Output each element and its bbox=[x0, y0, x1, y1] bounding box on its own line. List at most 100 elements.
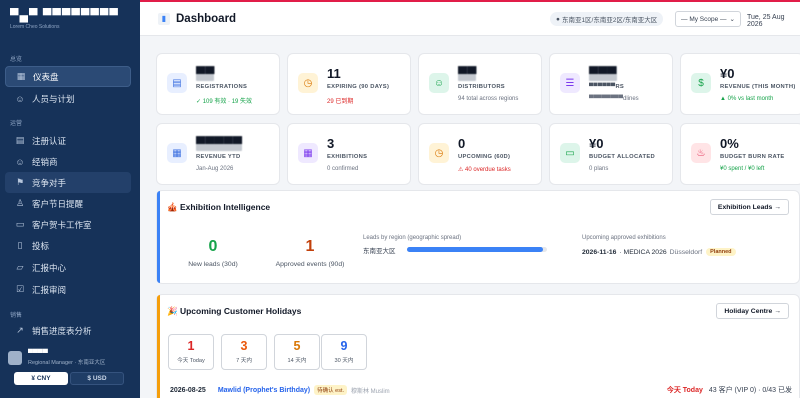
user-plus-icon: ☺ bbox=[15, 156, 25, 167]
region-bar-fill bbox=[407, 247, 543, 252]
chevron-down-icon: ⌄ bbox=[729, 16, 735, 23]
budget-burn-card[interactable]: ♨ 0% BUDGET BURN RATE ¥0 spent / ¥0 left bbox=[680, 123, 800, 185]
budget-allocated-card[interactable]: ▭ ¥0 BUDGET ALLOCATED 0 plans bbox=[549, 123, 673, 185]
card-value: 0% bbox=[720, 136, 739, 151]
card-label: REVENUE YTD bbox=[196, 154, 241, 160]
card-label: BUDGET ALLOCATED bbox=[589, 154, 655, 160]
holiday-row[interactable]: 2026-08-25 Mawlid (Prophet's Birthday) 待… bbox=[170, 385, 792, 395]
sidebar-item-report-review[interactable]: ☑ 汇报审阅 bbox=[5, 279, 131, 300]
registrations-card[interactable]: ▤ ▀▀ REGISTRATIONS ✓ 109 有效 · 19 失效 bbox=[156, 53, 280, 115]
grid-icon: ▦ bbox=[16, 71, 26, 81]
card-subtext: 0 confirmed bbox=[327, 166, 359, 172]
stat-label: 7 天内 bbox=[236, 358, 252, 364]
card-label: UPCOMING (60D) bbox=[458, 154, 511, 160]
clock-icon: ◷ bbox=[298, 73, 318, 93]
calendar-icon: ▦ bbox=[298, 143, 318, 163]
stat-label: 14 天内 bbox=[287, 358, 307, 364]
exhibition-leads-button[interactable]: Exhibition Leads → bbox=[709, 199, 789, 215]
holiday-date: 2026-08-25 bbox=[170, 386, 206, 394]
user-icon: ☺ bbox=[15, 93, 25, 104]
sidebar-item-distributors[interactable]: ☺ 经销商 bbox=[5, 151, 131, 172]
sidebar-item-dashboard[interactable]: ▦ 仪表盘 bbox=[5, 66, 131, 87]
card-value: 3 bbox=[327, 136, 335, 151]
sidebar-item-label: 客户贺卡工作室 bbox=[32, 219, 92, 230]
new-leads-label: New leads (30d) bbox=[188, 261, 238, 268]
distributors-card[interactable]: ☺ ▀▀ DISTRIBUTORS 94 total across regions bbox=[418, 53, 542, 115]
card-subtext: 0 plans bbox=[589, 166, 609, 172]
folder-icon: ▱ bbox=[16, 262, 24, 272]
current-date: Tue, 25 Aug 2026 bbox=[747, 14, 785, 28]
holiday-centre-button[interactable]: Holiday Centre → bbox=[716, 303, 789, 319]
currency-cny-button[interactable]: ¥ CNY bbox=[14, 372, 68, 385]
holiday-stat-7d[interactable]: 3 7 天内 bbox=[221, 334, 267, 370]
card-label: EXHIBITIONS bbox=[327, 154, 368, 160]
sidebar-item-label: 投标 bbox=[32, 240, 50, 251]
user-profile[interactable]: ▀▀▀▀ Regional Manager · 东南亚大区 bbox=[5, 346, 135, 370]
panel-title: 🎪 Exhibition Intelligence bbox=[167, 202, 271, 212]
sidebar-item-sales-analysis[interactable]: ↗ 销售进度表分析 bbox=[5, 320, 131, 341]
file-icon: ▯ bbox=[17, 240, 23, 250]
upcoming-exhibition-row[interactable]: 2026-11-16 · MEDICA 2026 Düsseldorf Plan… bbox=[582, 248, 736, 256]
revenue-ytd-card[interactable]: ▦ ▀▀▀▀▀ REVENUE YTD Jan-Aug 2026 bbox=[156, 123, 280, 185]
sidebar-item-label: 销售进度表分析 bbox=[32, 325, 92, 336]
exhibitions-card[interactable]: ▦ 3 EXHIBITIONS 0 confirmed bbox=[287, 123, 411, 185]
trend-icon: ↗ bbox=[16, 325, 24, 335]
document-icon: ▤ bbox=[15, 135, 25, 145]
sidebar-item-competitors[interactable]: ⚑ 竞争对手 bbox=[5, 172, 131, 193]
sidebar-item-holiday-reminders[interactable]: ♙ 客户节日提醒 bbox=[5, 193, 131, 214]
sidebar-item-label: 汇报审阅 bbox=[32, 284, 67, 295]
card-label: ▀▀▀▀▀▀RS bbox=[589, 84, 625, 90]
exhibition-city: Düsseldorf bbox=[669, 248, 703, 256]
holiday-stat-14d[interactable]: 5 14 天内 bbox=[274, 334, 320, 370]
sidebar-item-registrations[interactable]: ▤ 注册认证 bbox=[5, 130, 131, 151]
sidebar-item-tenders[interactable]: ▯ 投标 bbox=[5, 235, 131, 256]
flag-icon: ⚑ bbox=[15, 177, 25, 187]
expiring-card[interactable]: ◷ 11 EXPIRING (90 DAYS) 29 已到期 bbox=[287, 53, 411, 115]
region-label: 东南亚1区/东南亚2区/东南亚大区 bbox=[561, 17, 658, 24]
header: ▮ Dashboard ● 东南亚1区/东南亚2区/东南亚大区 — My Sco… bbox=[140, 2, 800, 36]
stat-value: 1 bbox=[187, 339, 195, 353]
sidebar-item-label: 经销商 bbox=[32, 156, 58, 167]
sidebar-item-people[interactable]: ☺ 人员与计划 bbox=[5, 88, 131, 109]
card-label: REVENUE (THIS MONTH) bbox=[720, 84, 796, 90]
exhibition-panel: 🎪 Exhibition Intelligence Exhibition Lea… bbox=[156, 190, 800, 284]
card-subtext: ▀▀▀▀▀▀▀▀dlines bbox=[589, 96, 639, 102]
card-subtext: ⚠ 40 overdue tasks bbox=[458, 167, 511, 173]
card-subtext: ▲ 0% vs last month bbox=[720, 96, 774, 102]
scope-select[interactable]: — My Scope — ⌄ bbox=[675, 11, 741, 27]
holiday-religion: 穆斯林 Muslim bbox=[351, 388, 390, 395]
region-name: 东南亚大区 bbox=[363, 248, 396, 255]
card-value: 0 bbox=[458, 136, 466, 151]
holiday-stat-30d[interactable]: 9 30 天内 bbox=[321, 334, 367, 370]
revenue-month-card[interactable]: $ ¥0 REVENUE (THIS MONTH) ▲ 0% vs last mont… bbox=[680, 53, 800, 115]
sidebar-item-label: 人员与计划 bbox=[32, 93, 75, 104]
brand-subtitle: Lorem Cheo Solutions bbox=[10, 24, 60, 30]
sidebar-item-report-center[interactable]: ▱ 汇报中心 bbox=[5, 257, 131, 278]
exhibition-name: · MEDICA 2026 bbox=[619, 248, 667, 256]
users-icon: ☺ bbox=[429, 73, 449, 93]
currency-usd-button[interactable]: $ USD bbox=[70, 372, 124, 385]
upcoming-card[interactable]: ◷ 0 UPCOMING (60D) ⚠ 40 overdue tasks bbox=[418, 123, 542, 185]
holiday-stat-today[interactable]: 1 今天 Today bbox=[168, 334, 214, 370]
globe-icon: ● bbox=[556, 15, 560, 23]
bell-icon: ♙ bbox=[15, 198, 25, 208]
leads-by-region-heading: Leads by region (geographic spread) bbox=[363, 235, 462, 241]
flame-icon: ♨ bbox=[691, 143, 711, 163]
scope-value: — My Scope — bbox=[681, 15, 727, 23]
card-four[interactable]: ☰ ▀▀▀ ▀▀▀▀▀▀RS ▀▀▀▀▀▀▀▀dlines bbox=[549, 53, 673, 115]
stat-label: 30 天内 bbox=[334, 358, 354, 364]
panel-accent bbox=[157, 191, 160, 283]
card-label: DISTRIBUTORS bbox=[458, 84, 505, 90]
region-selector[interactable]: ● 东南亚1区/东南亚2区/东南亚大区 bbox=[550, 12, 664, 26]
user-role: Regional Manager · 东南亚大区 bbox=[28, 360, 106, 366]
section-label-overview: 总览 bbox=[10, 57, 23, 63]
list-icon: ☰ bbox=[560, 73, 580, 93]
wallet-icon: ▭ bbox=[560, 143, 580, 163]
section-label-sales: 销售 bbox=[10, 313, 23, 319]
section-label-ops: 运营 bbox=[10, 121, 23, 127]
card-label: EXPIRING (90 DAYS) bbox=[327, 84, 390, 90]
stat-label: 今天 Today bbox=[177, 358, 205, 364]
sidebar-item-card-studio[interactable]: ▭ 客户贺卡工作室 bbox=[5, 214, 131, 235]
card-value: ▀▀ bbox=[196, 66, 215, 81]
card-value: 11 bbox=[327, 66, 341, 81]
